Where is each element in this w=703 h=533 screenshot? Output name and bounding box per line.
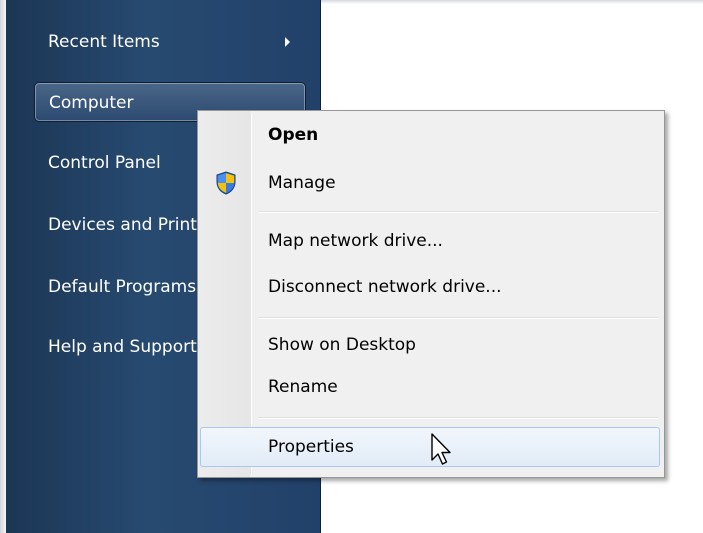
menu-item-disconnect-network-drive[interactable]: Disconnect network drive... xyxy=(200,267,660,307)
menu-item-label: Properties xyxy=(268,437,354,457)
menu-separator xyxy=(258,317,658,319)
sidebar-item-recent-items[interactable]: Recent Items xyxy=(34,22,306,62)
sidebar-item-label: Default Programs xyxy=(48,277,197,297)
menu-item-label: Rename xyxy=(268,377,338,397)
menu-item-label: Open xyxy=(268,125,319,145)
uac-shield-icon xyxy=(216,171,236,195)
menu-item-show-on-desktop[interactable]: Show on Desktop xyxy=(200,325,660,365)
sidebar-item-label: Recent Items xyxy=(48,32,160,52)
menu-item-label: Manage xyxy=(268,173,336,193)
sidebar-item-label: Computer xyxy=(49,93,134,113)
menu-item-map-network-drive[interactable]: Map network drive... xyxy=(200,221,660,261)
sidebar-item-label: Help and Support xyxy=(48,337,197,357)
menu-item-label: Map network drive... xyxy=(268,231,443,251)
menu-separator xyxy=(258,211,658,213)
sidebar-item-label: Control Panel xyxy=(48,153,161,173)
menu-item-rename[interactable]: Rename xyxy=(200,367,660,407)
context-menu: Open Manage Map network drive... Disconn… xyxy=(197,110,665,478)
mouse-pointer-icon xyxy=(431,433,451,465)
menu-item-label: Disconnect network drive... xyxy=(268,277,502,297)
menu-item-manage[interactable]: Manage xyxy=(200,163,660,203)
menu-separator xyxy=(258,417,658,419)
menu-item-open[interactable]: Open xyxy=(200,115,660,155)
menu-item-label: Show on Desktop xyxy=(268,335,416,355)
submenu-arrow-icon xyxy=(285,37,290,47)
